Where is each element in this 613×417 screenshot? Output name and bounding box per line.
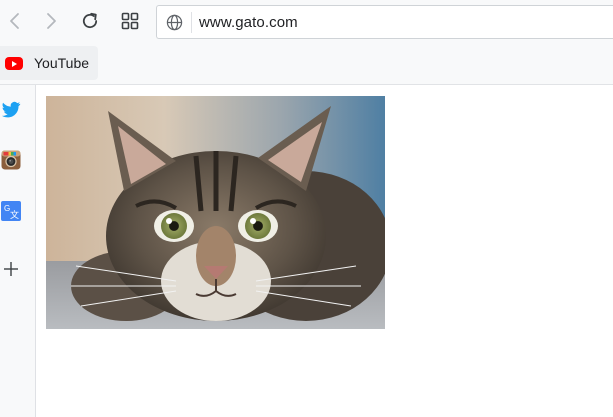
bookmark-label: YouTube	[34, 55, 90, 71]
bookmark-youtube[interactable]: YouTube	[0, 46, 98, 80]
reload-button[interactable]	[75, 6, 105, 36]
tab-grid-icon	[121, 12, 139, 30]
reload-icon	[82, 12, 98, 29]
svg-text:文: 文	[10, 209, 19, 221]
page-content	[36, 85, 613, 417]
forward-arrow-icon	[47, 13, 56, 29]
tab-grid-button[interactable]	[115, 6, 145, 36]
translate-icon: G 文	[1, 201, 21, 221]
sidebar: G 文	[0, 85, 36, 417]
address-bar[interactable]: www.gato.com	[156, 5, 613, 39]
back-arrow-icon	[10, 13, 19, 29]
plus-icon	[4, 262, 18, 276]
cat-photo	[46, 96, 385, 329]
globe-icon	[166, 14, 183, 31]
youtube-icon	[5, 57, 23, 70]
twitter-icon	[1, 101, 21, 118]
browser-window: www.gato.com YouTube G 文	[0, 0, 613, 417]
bookmarks-bar: YouTube	[0, 44, 613, 85]
address-divider	[191, 12, 192, 33]
sidebar-item-add[interactable]	[1, 259, 21, 279]
sidebar-item-twitter[interactable]	[1, 100, 21, 120]
url-text[interactable]: www.gato.com	[199, 14, 298, 31]
sidebar-item-translate[interactable]: G 文	[1, 201, 21, 221]
forward-button[interactable]	[36, 6, 66, 36]
back-button[interactable]	[0, 6, 30, 36]
sidebar-item-instagram[interactable]	[1, 150, 21, 170]
instagram-icon	[1, 150, 21, 170]
browser-toolbar: www.gato.com	[0, 0, 613, 44]
